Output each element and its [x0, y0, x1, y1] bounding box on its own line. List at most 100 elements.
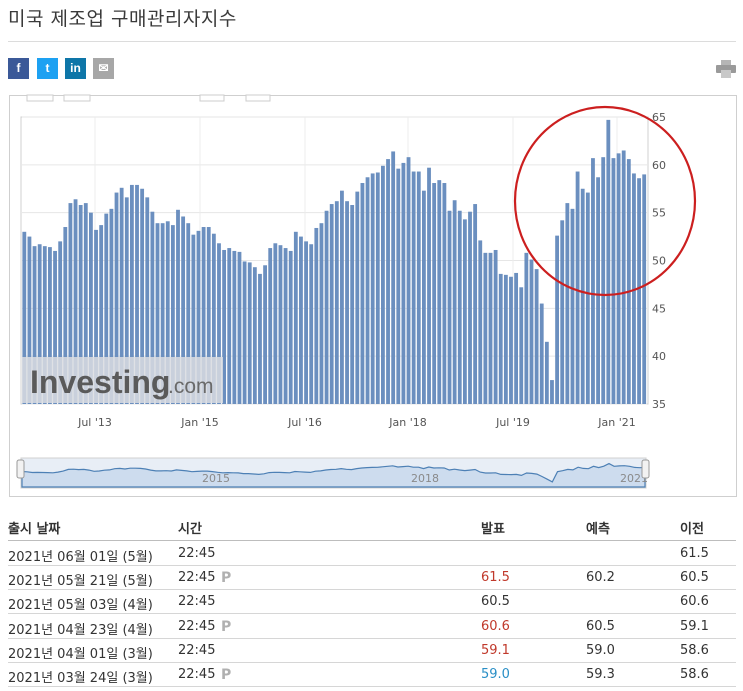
- bar: [314, 227, 319, 404]
- bar: [421, 190, 426, 404]
- previous-value: 58.6: [680, 667, 709, 682]
- release-time: 22:45: [178, 570, 216, 586]
- bar: [478, 240, 483, 404]
- release-time: 22:45: [178, 642, 216, 658]
- forecast-value: 59.3: [586, 667, 615, 682]
- bar: [350, 205, 355, 404]
- table-row: 2021년 03월 24일 (3월) 22:45 P 59.0 59.3 58.6: [8, 663, 736, 687]
- bar: [304, 241, 308, 404]
- bar: [601, 157, 606, 404]
- y-axis-ticks: 35404550556065: [652, 111, 666, 411]
- bar: [483, 252, 488, 404]
- release-date: 2021년 05월 21일 (5월): [8, 574, 153, 590]
- header-previous: 이전: [680, 522, 704, 537]
- y-tick-label: 50: [652, 255, 666, 268]
- bar: [503, 274, 508, 404]
- pmi-chart: Investing .com 35404550556065 Jul '13 Jan…: [16, 94, 697, 489]
- header-actual: 발표: [481, 522, 505, 537]
- bar: [401, 162, 406, 404]
- release-time: 22:45: [178, 594, 216, 610]
- bar: [293, 231, 298, 404]
- bar: [452, 200, 457, 404]
- bar: [263, 265, 268, 404]
- bar: [334, 201, 339, 404]
- x-tick-label: Jul '19: [495, 416, 530, 429]
- bar: [457, 210, 462, 404]
- bar: [406, 157, 411, 404]
- table-row: 2021년 04월 23일 (4월) 22:45 P 60.6 60.5 59.1: [8, 615, 736, 639]
- navigator-tick-label: 2015: [202, 472, 230, 485]
- previous-value: 60.5: [680, 570, 709, 586]
- bar: [278, 245, 283, 404]
- x-axis-ticks: Jul '13 Jan '15 Jul '16 Jan '18 Jul '19 Jan '…: [77, 416, 636, 429]
- header-date: 출시 날짜: [8, 522, 61, 537]
- bar: [340, 190, 344, 404]
- bar: [432, 183, 437, 404]
- bar: [580, 188, 585, 404]
- bar: [529, 259, 534, 404]
- bar: [381, 165, 385, 404]
- bar: [247, 262, 252, 404]
- bar: [555, 235, 560, 404]
- release-date: 2021년 06월 01일 (5월): [8, 550, 153, 565]
- previous-value: 59.1: [680, 618, 709, 634]
- bar: [524, 252, 529, 404]
- bar: [550, 380, 554, 404]
- table-row: 2021년 04월 01일 (3월) 22:45 59.1 59.0 58.6: [8, 639, 736, 663]
- bar: [365, 177, 370, 404]
- bar: [560, 220, 565, 404]
- bar: [375, 172, 380, 404]
- bar: [442, 183, 447, 404]
- bar: [237, 251, 242, 404]
- bar: [427, 167, 431, 404]
- bar: [519, 287, 524, 404]
- bar: [227, 248, 232, 404]
- bar: [606, 119, 611, 405]
- navigator-left-handle[interactable]: [16, 459, 25, 479]
- bar: [283, 248, 288, 404]
- bar: [329, 204, 334, 404]
- bar: [468, 211, 472, 404]
- watermark-text: Investing: [30, 364, 170, 400]
- header-forecast: 예측: [586, 522, 610, 537]
- bar: [396, 168, 401, 404]
- bar: [637, 178, 641, 404]
- actual-value: 59.1: [481, 642, 510, 658]
- bar: [488, 252, 493, 404]
- release-date: 2021년 04월 01일 (3월): [8, 646, 153, 662]
- table-header-divider: [8, 540, 736, 541]
- navigator-tick-label: 2018: [411, 472, 439, 485]
- x-tick-label: Jan '21: [597, 416, 635, 429]
- bar: [493, 249, 498, 404]
- previous-value: 58.6: [680, 642, 709, 658]
- bar: [273, 243, 278, 404]
- forecast-value: 59.0: [586, 642, 615, 658]
- bar: [565, 203, 570, 404]
- release-time: 22:45: [178, 618, 216, 634]
- navigator-right-handle[interactable]: [641, 459, 650, 479]
- chart-toolbar-stub: [26, 94, 271, 102]
- bar: [642, 174, 647, 404]
- y-tick-label: 60: [652, 159, 666, 172]
- bar: [437, 180, 442, 404]
- release-date: 2021년 05월 03일 (4월): [8, 598, 153, 614]
- bar: [509, 276, 513, 404]
- forecast-value: 60.2: [586, 570, 615, 586]
- bar: [258, 273, 262, 404]
- bar: [232, 250, 237, 404]
- table-row: 2021년 05월 03일 (4월) 22:45 60.5 60.6: [8, 590, 736, 615]
- bar: [386, 159, 390, 404]
- x-tick-label: Jan '18: [388, 416, 426, 429]
- bar: [309, 244, 314, 404]
- bar: [252, 267, 257, 404]
- bar: [288, 250, 293, 404]
- bar: [585, 192, 590, 404]
- bar: [268, 248, 273, 404]
- bar: [391, 151, 396, 404]
- actual-value: 59.0: [481, 667, 510, 682]
- table-row: 2021년 06월 01일 (5월) 22:45 61.5: [8, 542, 736, 566]
- bar: [591, 158, 595, 404]
- preliminary-icon: P: [221, 570, 232, 587]
- range-navigator: 2015 2018 2021: [16, 457, 650, 489]
- y-tick-label: 45: [652, 302, 666, 315]
